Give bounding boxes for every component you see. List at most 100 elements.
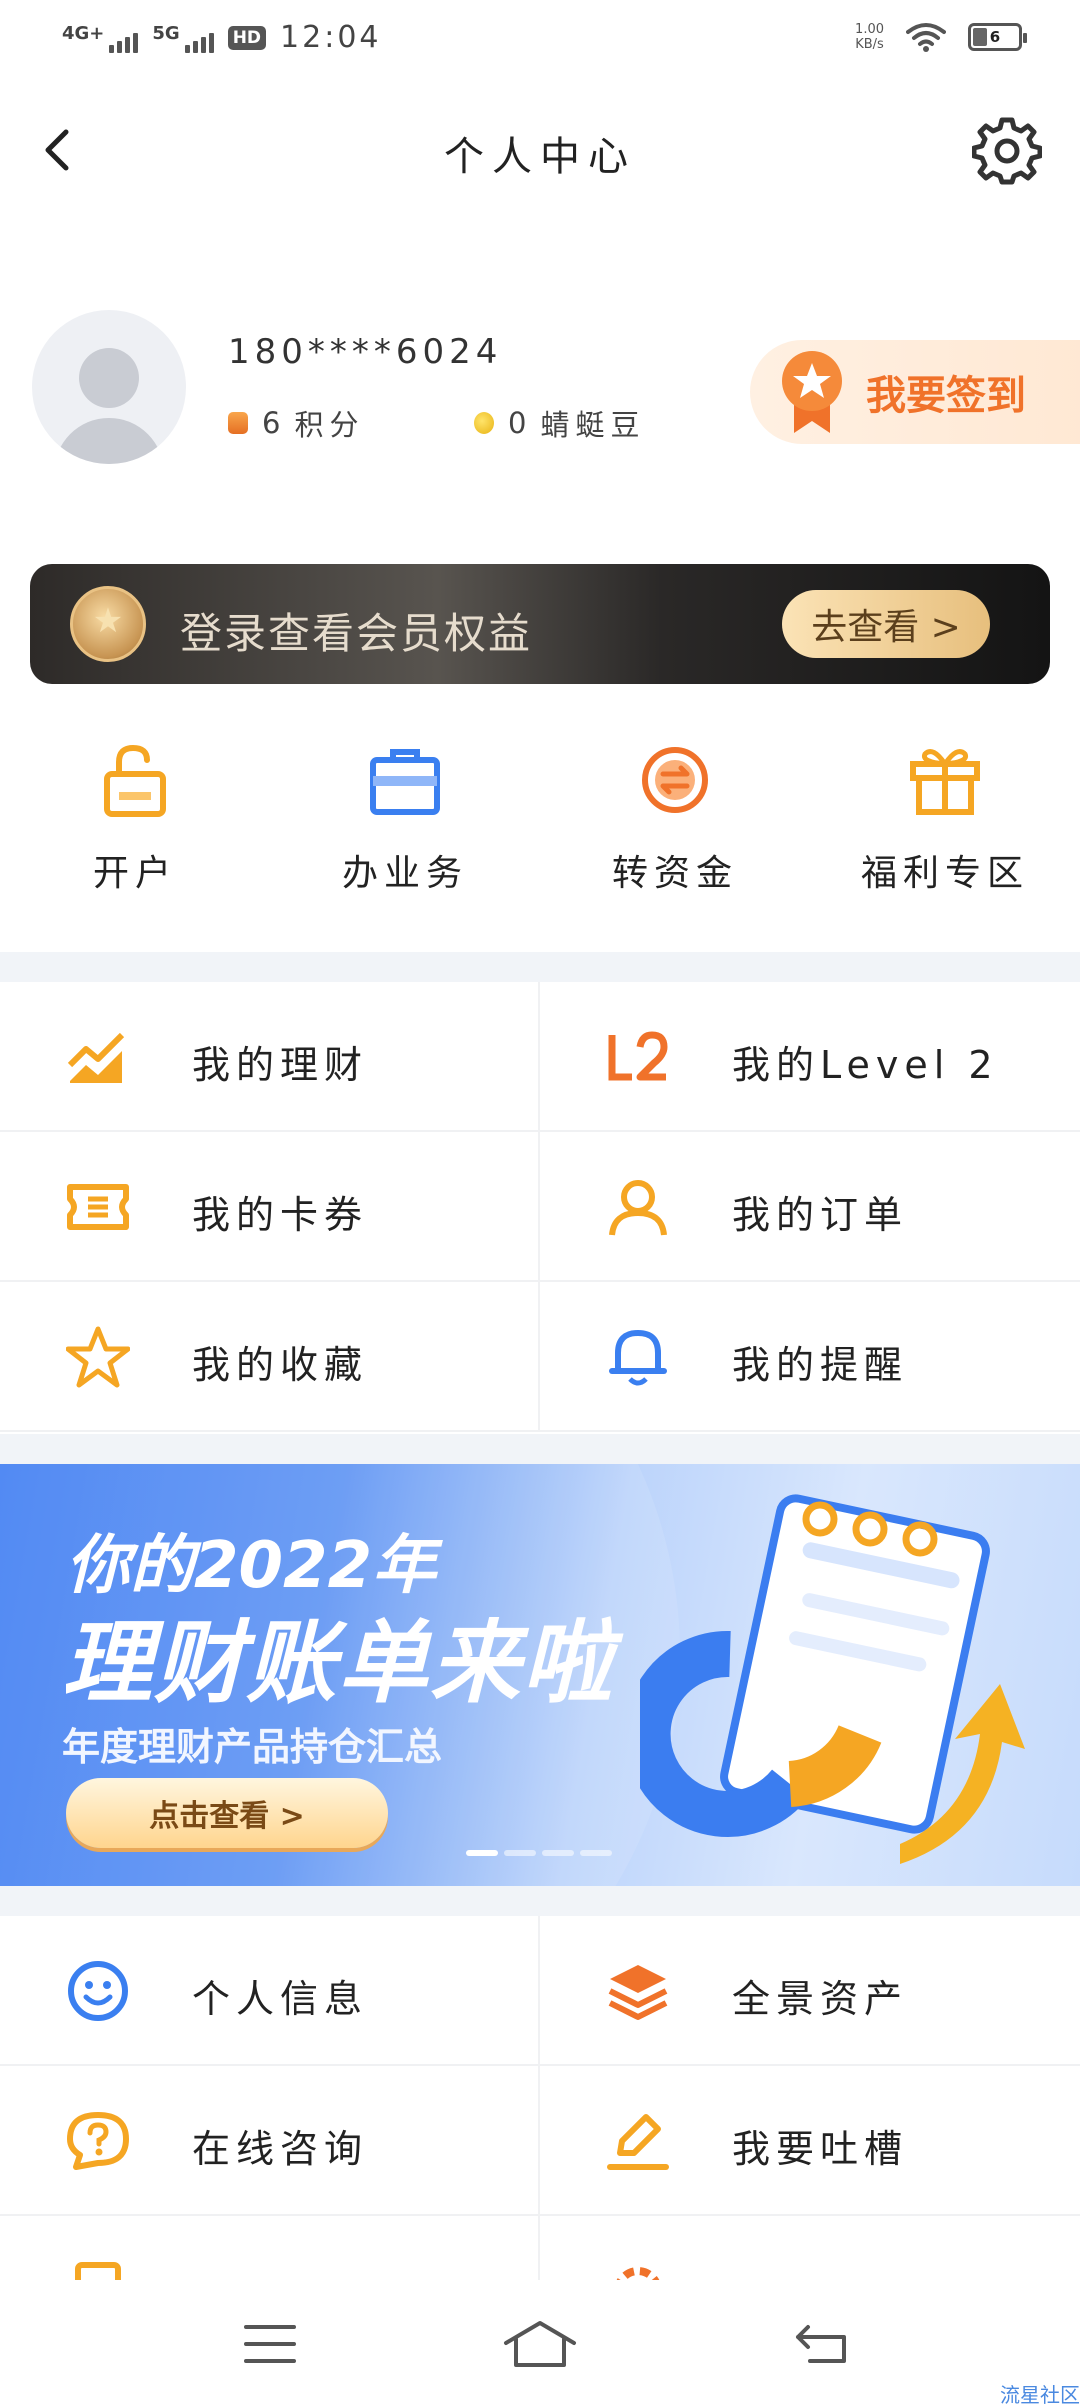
menu-item-partial[interactable] — [0, 2216, 540, 2280]
menu-label: 我的卡券 — [192, 1193, 369, 1237]
quick-welfare[interactable]: 福利专区 — [810, 740, 1080, 900]
wifi-icon — [906, 23, 946, 52]
menu-panoramic-assets[interactable]: 全景资产 — [540, 1916, 1080, 2066]
section-divider — [0, 1434, 1080, 1464]
menu-online-consult[interactable]: 在线咨询 — [0, 2066, 540, 2216]
network-type: 5G — [152, 22, 180, 44]
bean-icon — [474, 412, 494, 434]
briefcase-icon — [370, 749, 440, 815]
menu-my-orders[interactable]: 我的订单 — [540, 1132, 1080, 1282]
promo-banner[interactable]: 你的2022年 理财账单来啦 年度理财产品持仓汇总 点击查看 > — [0, 1464, 1080, 1886]
beans-stat[interactable]: 0 蜻蜓豆 — [474, 402, 645, 444]
phone-number: 180****6024 — [228, 332, 503, 372]
battery-level: 6 — [989, 28, 1001, 46]
watermark: 流星社区 — [1000, 2383, 1080, 2407]
bill-illustration — [640, 1494, 1025, 1864]
view-benefits-button[interactable]: 去查看 > — [782, 590, 990, 658]
quick-business[interactable]: 办业务 — [270, 740, 540, 900]
question-bubble-icon — [67, 2112, 129, 2170]
menu-label: 在线咨询 — [192, 2127, 369, 2171]
menu-feedback[interactable]: 我要吐槽 — [540, 2066, 1080, 2216]
header: 个人中心 — [0, 100, 1080, 200]
level2-icon — [608, 1031, 668, 1081]
quick-label: 转资金 — [611, 853, 738, 894]
points-stat[interactable]: 6 积分 — [228, 402, 474, 444]
edit-pen-icon — [607, 2114, 669, 2170]
coin-icon — [228, 412, 248, 434]
network-type: 4G+ — [62, 22, 105, 44]
star-icon — [66, 1326, 130, 1388]
menu-my-coupons[interactable]: 我的卡券 — [0, 1132, 540, 1282]
network-speed: 1.00 KB/s — [855, 22, 884, 52]
menu-grid-2: 个人信息 全景资产 在线咨询 我要吐槽 — [0, 1916, 1080, 2280]
medal-icon — [70, 586, 146, 662]
lock-open-icon — [104, 744, 166, 817]
section-divider — [0, 1886, 1080, 1916]
quick-label: 福利专区 — [860, 853, 1029, 894]
checkin-label: 我要签到 — [866, 373, 1026, 419]
document-icon — [75, 2262, 121, 2280]
badge-icon — [782, 351, 842, 433]
signal-icon: 5G — [152, 22, 214, 53]
vip-banner[interactable]: 登录查看会员权益 去查看 > — [30, 564, 1050, 684]
back-nav-button[interactable] — [770, 2304, 870, 2384]
system-nav-bar: 流星社区 — [0, 2280, 1080, 2408]
user-stats: 6 积分 0 蜻蜓豆 — [228, 402, 645, 444]
beans-value: 0 — [508, 406, 527, 440]
section-divider — [0, 952, 1080, 982]
quick-actions: 开户 办业务 转资金 福利专区 — [0, 740, 1080, 900]
menu-nav-button[interactable] — [220, 2304, 320, 2384]
ticket-icon — [67, 1184, 129, 1230]
menu-my-favorites[interactable]: 我的收藏 — [0, 1282, 540, 1432]
menu-label: 我的理财 — [192, 1043, 369, 1087]
quick-label: 办业务 — [341, 853, 468, 894]
quick-open-account[interactable]: 开户 — [0, 740, 270, 900]
layers-icon — [608, 1965, 668, 2020]
menu-label: 个人信息 — [192, 1977, 369, 2021]
gear-icon[interactable] — [972, 116, 1042, 186]
signal-icon: 4G+ — [62, 22, 139, 53]
home-nav-button[interactable] — [490, 2304, 590, 2384]
speed-value: 1.00 — [855, 22, 884, 37]
menu-my-level2[interactable]: 我的Level 2 — [540, 982, 1080, 1132]
menu-label: 我的订单 — [732, 1193, 909, 1237]
clock: 12:04 — [280, 20, 382, 55]
page-title: 个人中心 — [444, 134, 636, 180]
menu-label: 全景资产 — [732, 1977, 909, 2021]
menu-my-reminders[interactable]: 我的提醒 — [540, 1282, 1080, 1432]
menu-label: 我要吐槽 — [732, 2127, 909, 2171]
return-icon — [796, 2325, 846, 2363]
bell-icon — [609, 1330, 667, 1386]
menu-personal-info[interactable]: 个人信息 — [0, 1916, 540, 2066]
menu-label: 我的Level 2 — [732, 1043, 999, 1087]
promo-subtitle: 年度理财产品持仓汇总 — [62, 1725, 443, 1769]
quick-label: 开户 — [92, 853, 177, 894]
carousel-indicator — [466, 1850, 612, 1856]
status-bar: 4G+ 5G HD 12:04 1.00 KB/s 6 — [0, 0, 1080, 80]
home-icon — [504, 2321, 576, 2367]
avatar[interactable] — [32, 310, 186, 464]
menu-label: 我的提醒 — [732, 1343, 909, 1387]
vip-text: 登录查看会员权益 — [180, 609, 533, 658]
gift-icon — [910, 749, 980, 815]
menu-my-finance[interactable]: 我的理财 — [0, 982, 540, 1132]
points-label: 积分 — [294, 408, 365, 442]
quick-transfer[interactable]: 转资金 — [540, 740, 810, 900]
points-value: 6 — [262, 406, 281, 440]
promo-title-line2: 理财账单来啦 — [62, 1611, 614, 1716]
chart-trend-icon — [67, 1032, 125, 1083]
menu-item-partial[interactable] — [540, 2216, 1080, 2280]
transfer-icon — [642, 747, 708, 813]
speed-unit: KB/s — [855, 37, 884, 52]
profile-section: 180****6024 6 积分 0 蜻蜓豆 我要签到 — [0, 310, 1080, 470]
gear-icon — [616, 2267, 660, 2280]
checkin-button[interactable]: 我要签到 — [750, 340, 1080, 444]
menu-icon — [244, 2325, 296, 2363]
menu-label: 我的收藏 — [192, 1343, 369, 1387]
smiley-icon — [68, 1961, 128, 2021]
battery-icon: 6 — [968, 23, 1027, 51]
user-order-icon — [609, 1180, 667, 1236]
promo-view-button[interactable]: 点击查看 > — [66, 1778, 388, 1848]
beans-label: 蜻蜓豆 — [540, 408, 646, 442]
menu-grid-1: 我的理财 我的Level 2 我的卡券 我的订单 我的收藏 我的提醒 — [0, 982, 1080, 1432]
